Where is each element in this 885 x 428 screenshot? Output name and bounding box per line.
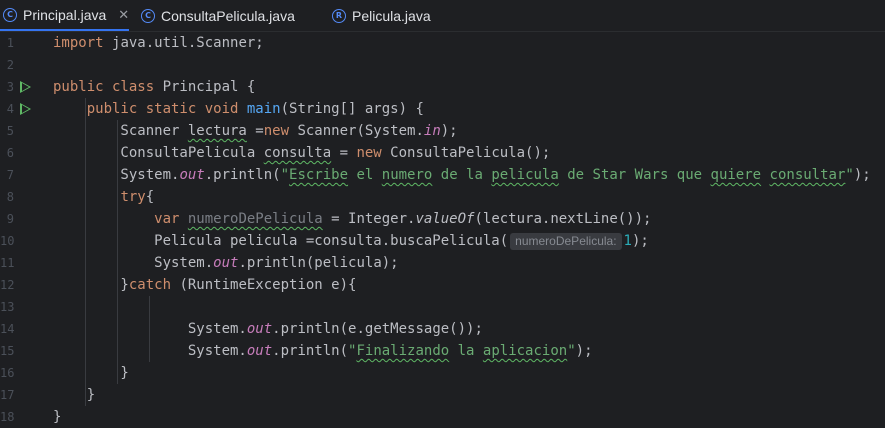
code-text: ConsultaPelicula consulta = new Consulta… <box>53 145 551 161</box>
editor-tab-bar: C Principal.java ✕ C ConsultaPelicula.ja… <box>0 0 885 32</box>
code-text: System.out.println(pelicula); <box>53 255 399 271</box>
code-line[interactable]: 1 import java.util.Scanner; <box>0 32 885 54</box>
code-text: import java.util.Scanner; <box>53 35 264 51</box>
code-text: Scanner lectura =new Scanner(System.in); <box>53 123 458 139</box>
tab-principal[interactable]: C Principal.java ✕ <box>0 0 130 31</box>
code-text: var numeroDePelicula = Integer.valueOf(l… <box>154 211 652 227</box>
code-line[interactable]: 15 System.out.println("Finalizando la ap… <box>0 340 885 362</box>
code-text: System.out.println(e.getMessage()); <box>53 321 483 337</box>
code-text: Pelicula pelicula =consulta.buscaPelicul… <box>53 233 649 250</box>
record-icon: R <box>332 8 346 23</box>
code-line[interactable]: 11 System.out.println(pelicula); <box>0 252 885 274</box>
line-number: 16 <box>0 366 15 380</box>
line-number: 9 <box>6 212 14 226</box>
run-gutter-icon[interactable] <box>20 103 31 115</box>
line-number: 3 <box>6 80 14 94</box>
line-number: 7 <box>6 168 14 182</box>
line-number: 2 <box>6 58 14 72</box>
code-text: System.out.println("Finalizando la aplic… <box>53 343 593 359</box>
line-number: 10 <box>0 234 15 248</box>
code-text: } <box>53 365 129 381</box>
close-icon[interactable]: ✕ <box>118 7 129 23</box>
code-line[interactable]: 12 }catch (RuntimeException e){ <box>0 274 885 296</box>
line-number: 5 <box>6 124 14 138</box>
code-line[interactable]: 3 public class Principal { <box>0 76 885 98</box>
line-number: 15 <box>0 344 15 358</box>
code-line[interactable]: 7 System.out.println("Escribe el numero … <box>0 164 885 186</box>
code-line[interactable]: 14 System.out.println(e.getMessage()); <box>0 318 885 340</box>
line-number: 17 <box>0 388 15 402</box>
code-line[interactable]: 13 <box>0 296 885 318</box>
code-line[interactable]: 9 var numeroDePelicula = Integer.valueOf… <box>0 208 885 230</box>
line-number: 6 <box>6 146 14 160</box>
class-icon: C <box>3 7 17 22</box>
code-text: public static void main(String[] args) { <box>86 101 424 117</box>
code-line[interactable]: 10 Pelicula pelicula =consulta.buscaPeli… <box>0 230 885 252</box>
code-text: public class Principal { <box>53 79 256 95</box>
parameter-hint: numeroDePelicula: <box>510 233 622 250</box>
code-line[interactable]: 8 try{ <box>0 186 885 208</box>
code-text: }catch (RuntimeException e){ <box>53 277 357 293</box>
code-text: try{ <box>120 189 155 205</box>
tab-pelicula[interactable]: R Pelicula.java <box>332 0 431 31</box>
code-line[interactable]: 6 ConsultaPelicula consulta = new Consul… <box>0 142 885 164</box>
tab-consulta-pelicula[interactable]: C ConsultaPelicula.java <box>141 0 295 31</box>
tab-label: ConsultaPelicula.java <box>161 7 295 24</box>
run-gutter-icon[interactable] <box>20 81 31 93</box>
line-number: 8 <box>6 190 14 204</box>
line-number: 4 <box>6 102 14 116</box>
line-number: 14 <box>0 322 15 336</box>
class-icon: C <box>141 8 155 23</box>
line-number: 11 <box>0 256 15 270</box>
code-line[interactable]: 2 <box>0 54 885 76</box>
code-text: } <box>53 387 96 403</box>
line-number: 12 <box>0 278 15 292</box>
code-line[interactable]: 4 public static void main(String[] args)… <box>0 98 885 120</box>
code-text: System.out.println("Escribe el numero de… <box>53 167 871 183</box>
line-number: 13 <box>0 300 15 314</box>
code-line[interactable]: 17 } <box>0 384 885 406</box>
code-line[interactable]: 5 Scanner lectura =new Scanner(System.in… <box>0 120 885 142</box>
code-editor[interactable]: 1 import java.util.Scanner; 2 3 public class… <box>0 32 885 425</box>
tab-label: Principal.java <box>23 6 107 23</box>
line-number: 1 <box>6 36 14 50</box>
code-line[interactable]: 16 } <box>0 362 885 384</box>
tab-label: Pelicula.java <box>352 7 431 24</box>
